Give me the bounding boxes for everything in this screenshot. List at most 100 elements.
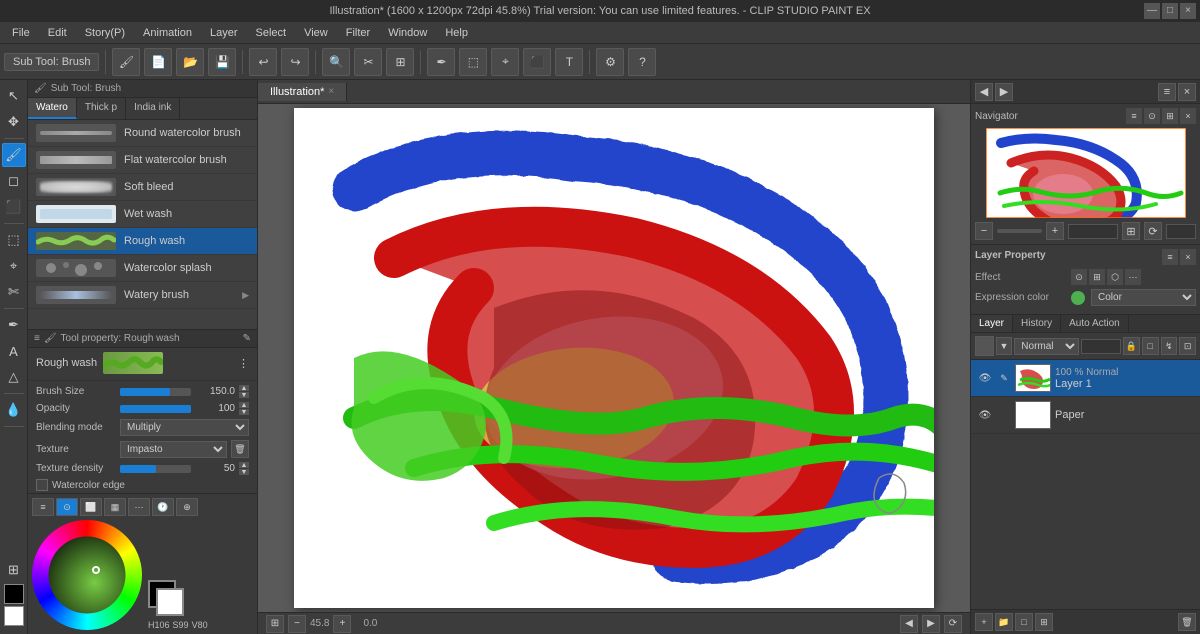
texture-density-slider[interactable] bbox=[120, 465, 191, 473]
panel-left-btn[interactable]: ◀ bbox=[975, 83, 993, 101]
layer-lock-btn[interactable]: 🔒 bbox=[1123, 337, 1140, 355]
tool-fill[interactable]: ⬛ bbox=[2, 195, 26, 219]
nav-icon-3[interactable]: ⊞ bbox=[1162, 108, 1178, 124]
close-btn[interactable]: × bbox=[1180, 3, 1196, 19]
blending-select[interactable]: Multiply Normal Screen bbox=[120, 419, 249, 436]
merge-layers-btn[interactable]: ⊞ bbox=[1035, 613, 1053, 631]
effect-icon-4[interactable]: ⋯ bbox=[1125, 269, 1141, 285]
layer-blend-select[interactable]: Normal Multiply Screen bbox=[1014, 338, 1079, 355]
td-down[interactable]: ▼ bbox=[239, 469, 249, 475]
brush-watercolor-splash[interactable]: Watercolor splash bbox=[28, 255, 257, 282]
fit-canvas-btn[interactable]: ⊞ bbox=[266, 615, 284, 633]
brush-wet-wash[interactable]: Wet wash bbox=[28, 201, 257, 228]
menu-edit[interactable]: Edit bbox=[40, 25, 75, 41]
menu-animation[interactable]: Animation bbox=[135, 25, 200, 41]
prev-page-btn[interactable]: ◀ bbox=[900, 615, 918, 633]
crop-btn[interactable]: ✂ bbox=[354, 48, 382, 76]
help-icon-btn[interactable]: ? bbox=[628, 48, 656, 76]
opacity-arrows[interactable]: ▲ ▼ bbox=[239, 402, 249, 415]
tool-cursor[interactable]: ↖ bbox=[2, 84, 26, 108]
canvas-tab-close[interactable]: × bbox=[328, 86, 334, 97]
expression-color-select[interactable]: Color Grayscale Monochrome bbox=[1091, 289, 1196, 306]
window-controls[interactable]: — □ × bbox=[1144, 3, 1196, 19]
td-arrows[interactable]: ▲ ▼ bbox=[239, 462, 249, 475]
nav-rotate[interactable]: ⟳ bbox=[1144, 222, 1162, 240]
tool-pen[interactable]: ✒ bbox=[2, 313, 26, 337]
minimize-btn[interactable]: — bbox=[1144, 3, 1160, 19]
brush-flat-watercolor[interactable]: Flat watercolor brush bbox=[28, 147, 257, 174]
panel-close-btn[interactable]: × bbox=[1178, 83, 1196, 101]
color-tool-1[interactable]: ≡ bbox=[32, 498, 54, 516]
brush-soft-bleed[interactable]: Soft bleed bbox=[28, 174, 257, 201]
menu-file[interactable]: File bbox=[4, 25, 38, 41]
brush-size-slider[interactable] bbox=[120, 388, 191, 396]
brush-size-arrows[interactable]: ▲ ▼ bbox=[239, 385, 249, 398]
tool-text[interactable]: A bbox=[2, 339, 26, 363]
nav-icon-2[interactable]: ⊙ bbox=[1144, 108, 1160, 124]
bg-color-swatch[interactable] bbox=[4, 606, 24, 626]
layer-item-layer1[interactable]: 👁 ✎ 100 % Normal Layer 1 bbox=[971, 360, 1200, 397]
edit-icon[interactable]: ✎ bbox=[243, 333, 251, 344]
tool-move[interactable]: ✥ bbox=[2, 110, 26, 134]
next-page-btn[interactable]: ▶ bbox=[922, 615, 940, 633]
background-swatch[interactable] bbox=[156, 588, 184, 616]
brush-tab-india-ink[interactable]: India ink bbox=[126, 98, 180, 119]
redo-btn[interactable]: ↪ bbox=[281, 48, 309, 76]
color-tool-history[interactable]: 🕐 bbox=[152, 498, 174, 516]
layer-mask-btn[interactable]: □ bbox=[1142, 337, 1159, 355]
color-tool-square[interactable]: ⬜ bbox=[80, 498, 102, 516]
tool-lasso[interactable]: ⌖ bbox=[2, 254, 26, 278]
tool-brush[interactable]: 🖌 bbox=[2, 143, 26, 167]
nav-fit[interactable]: ⊞ bbox=[1122, 222, 1140, 240]
menu-help[interactable]: Help bbox=[437, 25, 476, 41]
open-btn[interactable]: 📂 bbox=[176, 48, 204, 76]
undo-btn[interactable]: ↩ bbox=[249, 48, 277, 76]
select-btn[interactable]: ⬚ bbox=[459, 48, 487, 76]
add-layer-btn[interactable]: + bbox=[975, 613, 993, 631]
add-mask-btn[interactable]: □ bbox=[1015, 613, 1033, 631]
tool-eraser[interactable]: ◻ bbox=[2, 169, 26, 193]
canvas-tab-illustration[interactable]: Illustration* × bbox=[258, 83, 347, 101]
fill-btn[interactable]: ⬛ bbox=[523, 48, 551, 76]
td-up[interactable]: ▲ bbox=[239, 462, 249, 468]
nav-icon-1[interactable]: ≡ bbox=[1126, 108, 1142, 124]
nav-rotation-input[interactable]: 0.0 bbox=[1166, 224, 1196, 239]
brush-size-down[interactable]: ▼ bbox=[239, 392, 249, 398]
color-tool-set[interactable]: ⋯ bbox=[128, 498, 150, 516]
brush-tab-watercolor[interactable]: Watero bbox=[28, 98, 77, 119]
menu-filter[interactable]: Filter bbox=[338, 25, 378, 41]
text-btn[interactable]: T bbox=[555, 48, 583, 76]
layer1-edit-btn[interactable]: ✎ bbox=[997, 371, 1011, 385]
pen-btn[interactable]: ✒ bbox=[427, 48, 455, 76]
menu-story[interactable]: Story(P) bbox=[77, 25, 133, 41]
new-file-btn[interactable]: 📄 bbox=[144, 48, 172, 76]
zoom-out-btn[interactable]: − bbox=[288, 615, 306, 633]
texture-delete-btn[interactable]: 🗑 bbox=[231, 440, 249, 458]
panel-settings-btn[interactable]: ≡ bbox=[1158, 83, 1176, 101]
layer-opacity-input[interactable]: 100 bbox=[1081, 339, 1121, 354]
maximize-btn[interactable]: □ bbox=[1162, 3, 1178, 19]
texture-select[interactable]: Impasto None bbox=[120, 441, 227, 458]
settings-btn[interactable]: ⚙ bbox=[596, 48, 624, 76]
layer-dropdown-btn[interactable]: ▼ bbox=[996, 337, 1013, 355]
delete-layer-btn[interactable]: 🗑 bbox=[1178, 613, 1196, 631]
nav-zoom-input[interactable]: 45.8 bbox=[1068, 224, 1118, 239]
menu-select[interactable]: Select bbox=[248, 25, 295, 41]
nav-zoom-slider[interactable] bbox=[997, 229, 1042, 233]
layer-item-paper[interactable]: 👁 Paper bbox=[971, 397, 1200, 434]
watercolor-edge-check[interactable] bbox=[36, 479, 48, 491]
color-tool-wheel[interactable]: ⊙ bbox=[56, 498, 78, 516]
tool-crop[interactable]: ✄ bbox=[2, 280, 26, 304]
layer-clip-btn[interactable]: ⊡ bbox=[1179, 337, 1196, 355]
brush-round-watercolor[interactable]: Round watercolor brush bbox=[28, 120, 257, 147]
zoom-in-status-btn[interactable]: + bbox=[333, 615, 351, 633]
lp-close-icon[interactable]: × bbox=[1180, 249, 1196, 265]
canvas-scroll-area[interactable] bbox=[258, 104, 970, 612]
brush-watery[interactable]: Watery brush ▶ bbox=[28, 282, 257, 309]
effect-icon-2[interactable]: ⊞ bbox=[1089, 269, 1105, 285]
brush-icon[interactable]: 🖌 bbox=[112, 48, 140, 76]
tool-eyedropper[interactable]: 💧 bbox=[2, 398, 26, 422]
add-folder-btn[interactable]: 📁 bbox=[995, 613, 1013, 631]
layer-tab-layer[interactable]: Layer bbox=[971, 315, 1013, 332]
opacity-up[interactable]: ▲ bbox=[239, 402, 249, 408]
